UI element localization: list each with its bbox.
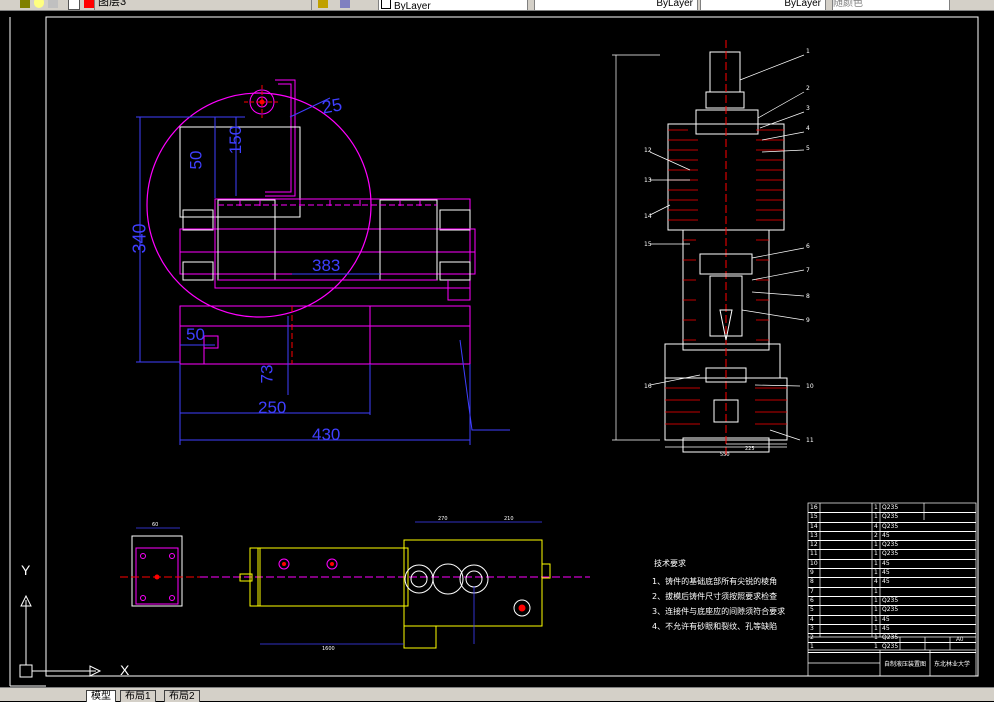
dim-550: 550 — [720, 452, 730, 458]
tab-layout2[interactable]: 布局2 — [164, 690, 200, 702]
dim-270: 270 — [438, 516, 448, 522]
balloon-6: 6 — [806, 243, 810, 250]
linetype-dropdown[interactable]: ByLayer — [534, 0, 698, 10]
layer-state-icon[interactable] — [20, 0, 30, 8]
tab-model[interactable]: 模型 — [86, 690, 116, 702]
layer-color-icon — [84, 0, 94, 8]
lock-icon[interactable] — [48, 0, 58, 8]
balloon-4: 4 — [806, 125, 810, 132]
plotstyle-dropdown[interactable]: 随颜色 — [832, 0, 950, 10]
balloon-7: 7 — [806, 267, 810, 274]
balloon-16: 16 — [644, 383, 652, 390]
lineweight-dropdown[interactable]: ByLayer — [700, 0, 826, 10]
balloon-12: 12 — [644, 147, 652, 154]
dim-60: 60 — [152, 522, 158, 528]
balloon-5: 5 — [806, 145, 810, 152]
balloon-9: 9 — [806, 317, 810, 324]
bom-table — [807, 502, 977, 677]
dim-1600: 1600 — [322, 646, 335, 652]
cad-drawing: 1 2 3 4 5 6 7 8 9 10 11 12 13 14 15 16 2… — [9, 16, 979, 687]
dim-225: 225 — [745, 446, 755, 452]
color-value: ByLayer — [394, 1, 431, 11]
balloon-2: 2 — [806, 85, 810, 92]
properties-toolbar: 图层3 ByLayer ByLayer ByLayer 随颜色 — [0, 0, 994, 11]
section-balloons: 1 2 3 4 5 6 7 8 9 10 11 12 13 14 15 16 — [644, 48, 814, 444]
balloon-13: 13 — [644, 177, 652, 184]
lineweight-value: ByLayer — [784, 0, 821, 9]
balloon-15: 15 — [644, 241, 652, 248]
left-view — [136, 79, 510, 445]
bottom-view: 60 270 210 1600 — [120, 516, 590, 652]
color-swatch — [381, 0, 391, 9]
bottom-dims: 60 270 210 1600 — [152, 516, 514, 652]
balloon-1: 1 — [806, 48, 810, 55]
layout-tabs-bar: 模型 布局1 布局2 — [0, 687, 994, 702]
balloon-11: 11 — [806, 437, 814, 444]
plotstyle-value: 随颜色 — [833, 0, 863, 9]
make-current-icon[interactable] — [318, 0, 328, 8]
balloon-10: 10 — [806, 383, 814, 390]
section-view: 1 2 3 4 5 6 7 8 9 10 11 12 13 14 15 16 2… — [612, 40, 814, 458]
drawing-canvas[interactable]: 1 2 3 4 5 6 7 8 9 10 11 12 13 14 15 16 2… — [0, 11, 994, 687]
color-swatch-icon[interactable] — [68, 0, 80, 10]
balloon-8: 8 — [806, 293, 810, 300]
dim-210: 210 — [504, 516, 514, 522]
linetype-value: ByLayer — [656, 0, 693, 9]
ucs-icon — [19, 594, 102, 678]
layer-previous-icon[interactable] — [340, 0, 350, 8]
balloon-14: 14 — [644, 213, 652, 220]
balloon-3: 3 — [806, 105, 810, 112]
color-dropdown[interactable]: ByLayer — [378, 0, 528, 11]
tab-layout1[interactable]: 布局1 — [120, 690, 156, 702]
layer-dropdown[interactable] — [94, 0, 312, 10]
freeze-icon[interactable] — [34, 0, 44, 8]
